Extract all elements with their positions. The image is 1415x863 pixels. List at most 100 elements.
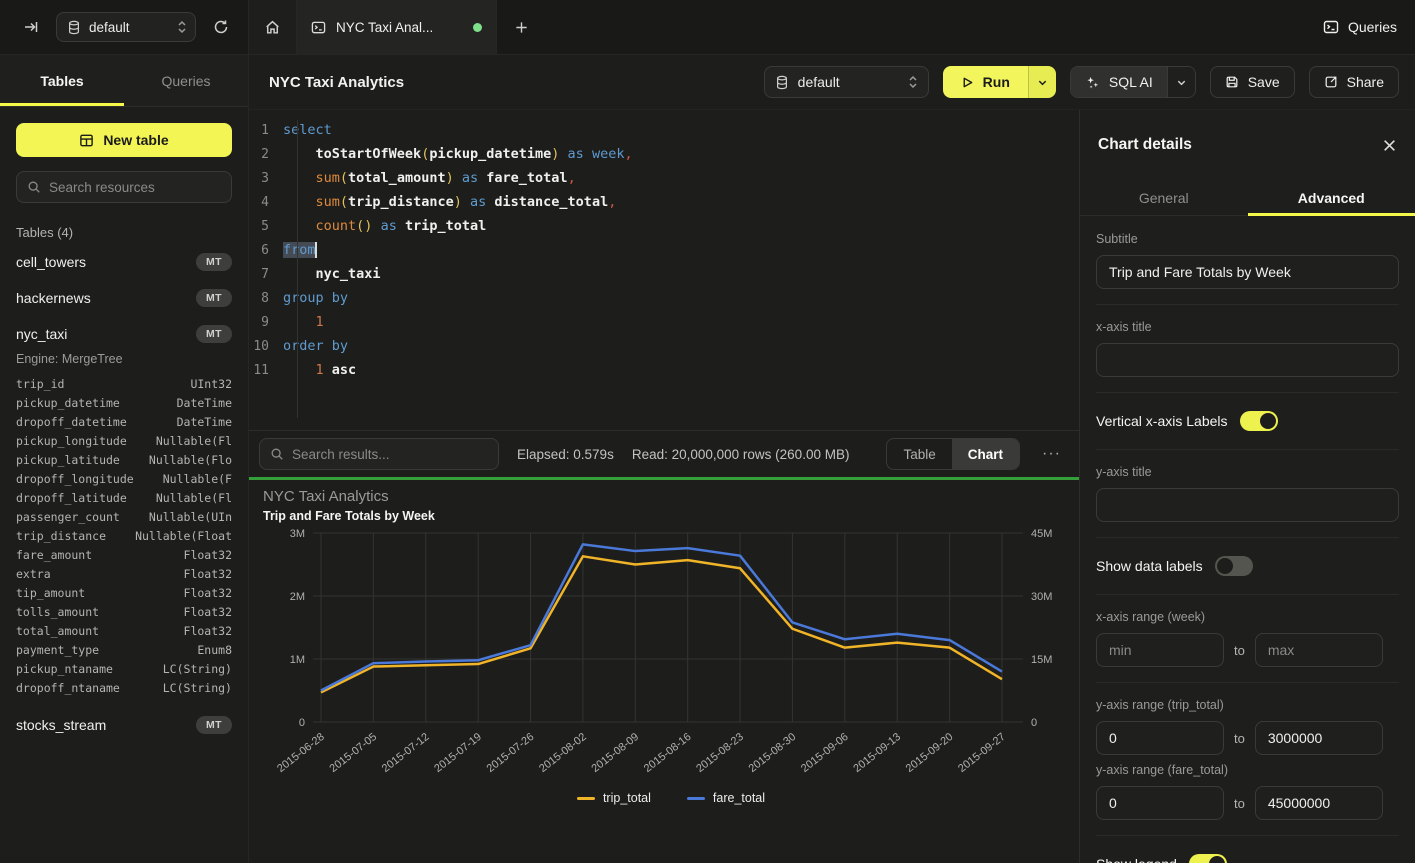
close-panel-button[interactable] — [1382, 138, 1397, 153]
database-icon — [775, 75, 789, 90]
sidebar-tab-queries[interactable]: Queries — [124, 55, 248, 106]
toggle-knob — [1217, 558, 1233, 574]
range-min-input[interactable] — [1096, 721, 1224, 755]
run-database-select[interactable]: default — [764, 66, 929, 98]
range-min-input[interactable] — [1096, 633, 1224, 667]
save-button-label: Save — [1248, 74, 1280, 90]
save-button[interactable]: Save — [1210, 66, 1295, 98]
toggle-off[interactable] — [1215, 556, 1253, 576]
sql-ai-options-button[interactable] — [1167, 67, 1195, 97]
column-name: dropoff_longitude — [16, 472, 134, 486]
sql-ai-button[interactable]: SQL AI — [1071, 67, 1167, 97]
range-max-input[interactable] — [1255, 721, 1383, 755]
field-input-1[interactable] — [1096, 343, 1399, 377]
divider — [1096, 449, 1399, 450]
refresh-button[interactable] — [206, 12, 236, 42]
column-row[interactable]: dropoff_longitudeNullable(F — [16, 469, 232, 488]
sql-editor[interactable]: 1select2 toStartOfWeek(pickup_datetime) … — [249, 110, 1079, 430]
details-tab-advanced[interactable]: Advanced — [1248, 180, 1415, 215]
new-table-button[interactable]: New table — [16, 123, 232, 157]
column-name: fare_amount — [16, 548, 92, 562]
sidebar-body: New table Tables (4) cell_towersMThacker… — [0, 107, 248, 863]
database-select[interactable]: default — [56, 12, 196, 42]
field-input-0[interactable] — [1096, 255, 1399, 289]
divider — [1096, 594, 1399, 595]
new-tab-button[interactable] — [497, 0, 545, 54]
table-icon — [79, 133, 94, 148]
query-tab[interactable]: NYC Taxi Anal... — [297, 0, 497, 54]
column-row[interactable]: dropoff_datetimeDateTime — [16, 412, 232, 431]
share-button[interactable]: Share — [1309, 66, 1399, 98]
column-row[interactable]: extraFloat32 — [16, 564, 232, 583]
column-row[interactable]: trip_idUInt32 — [16, 374, 232, 393]
column-name: total_amount — [16, 624, 99, 638]
sql-token: toStartOfWeek — [316, 146, 422, 162]
toggle-knob — [1260, 413, 1276, 429]
run-button[interactable]: Run — [943, 66, 1028, 98]
table-row-nyc_taxi[interactable]: nyc_taxiMT — [16, 316, 232, 352]
queries-button[interactable]: Queries — [1323, 19, 1397, 35]
sql-token: ( — [340, 170, 348, 186]
column-row[interactable]: dropoff_latitudeNullable(Fl — [16, 488, 232, 507]
column-row[interactable]: pickup_ntanameLC(String) — [16, 659, 232, 678]
sql-token: ( — [340, 194, 348, 210]
results-search[interactable] — [259, 438, 499, 470]
column-row[interactable]: pickup_datetime DateTime — [16, 393, 232, 412]
resource-search-input[interactable] — [49, 180, 221, 195]
view-table-button[interactable]: Table — [887, 439, 951, 469]
table-row-cell_towers[interactable]: cell_towersMT — [16, 244, 232, 280]
collapse-sidebar-button[interactable] — [16, 12, 46, 42]
line-number: 3 — [249, 171, 283, 186]
toggle-on[interactable] — [1189, 854, 1227, 863]
toggle-on[interactable] — [1240, 411, 1278, 431]
more-options-button[interactable]: ··· — [1038, 445, 1065, 463]
legend-item-trip_total[interactable]: trip_total — [577, 791, 651, 805]
range-row: to — [1096, 633, 1399, 667]
column-name: passenger_count — [16, 510, 120, 524]
toggle-row: Show data labels — [1096, 553, 1399, 579]
resource-search[interactable] — [16, 171, 232, 203]
code-line: 5 count() as trip_total — [249, 214, 1079, 238]
sql-token: , — [624, 146, 632, 162]
column-row[interactable]: total_amountFloat32 — [16, 621, 232, 640]
table-row-hackernews[interactable]: hackernewsMT — [16, 280, 232, 316]
results-search-input[interactable] — [292, 447, 488, 462]
column-row[interactable]: dropoff_ntanameLC(String) — [16, 678, 232, 697]
range-min-input[interactable] — [1096, 786, 1224, 820]
sql-token — [559, 146, 567, 162]
sql-token: select — [283, 122, 332, 138]
sql-token — [283, 266, 316, 282]
table-row-stocks_stream[interactable]: stocks_streamMT — [16, 707, 232, 743]
column-name: pickup_datetime — [16, 396, 120, 410]
unsaved-changes-dot — [473, 23, 482, 32]
sql-token: ) — [446, 170, 454, 186]
column-row[interactable]: passenger_countNullable(UIn — [16, 507, 232, 526]
column-row[interactable]: tip_amountFloat32 — [16, 583, 232, 602]
column-row[interactable]: pickup_longitudeNullable(Fl — [16, 431, 232, 450]
toggle-label: Show data labels — [1096, 558, 1203, 574]
code-line: 2 toStartOfWeek(pickup_datetime) as week… — [249, 142, 1079, 166]
sql-token: week — [592, 146, 625, 162]
home-button[interactable] — [249, 0, 297, 54]
column-row[interactable]: payment_typeEnum8 — [16, 640, 232, 659]
column-row[interactable]: trip_distanceNullable(Float — [16, 526, 232, 545]
column-type: DateTime — [177, 396, 232, 410]
run-options-button[interactable] — [1028, 66, 1056, 98]
range-max-input[interactable] — [1255, 786, 1383, 820]
engine-badge: MT — [196, 289, 232, 307]
column-row[interactable]: fare_amountFloat32 — [16, 545, 232, 564]
column-row[interactable]: tolls_amountFloat32 — [16, 602, 232, 621]
legend-item-fare_total[interactable]: fare_total — [687, 791, 765, 805]
range-row: to — [1096, 786, 1399, 820]
column-type: DateTime — [177, 415, 232, 429]
field-input-3[interactable] — [1096, 488, 1399, 522]
field-label: y-axis title — [1096, 465, 1399, 479]
code-line: 6from — [249, 238, 1079, 262]
svg-text:15M: 15M — [1031, 654, 1052, 666]
view-chart-button[interactable]: Chart — [952, 439, 1019, 469]
range-max-input[interactable] — [1255, 633, 1383, 667]
select-updown-icon — [908, 75, 918, 89]
details-tab-general[interactable]: General — [1080, 180, 1248, 215]
column-row[interactable]: pickup_latitudeNullable(Flo — [16, 450, 232, 469]
sidebar-tab-tables[interactable]: Tables — [0, 55, 124, 106]
